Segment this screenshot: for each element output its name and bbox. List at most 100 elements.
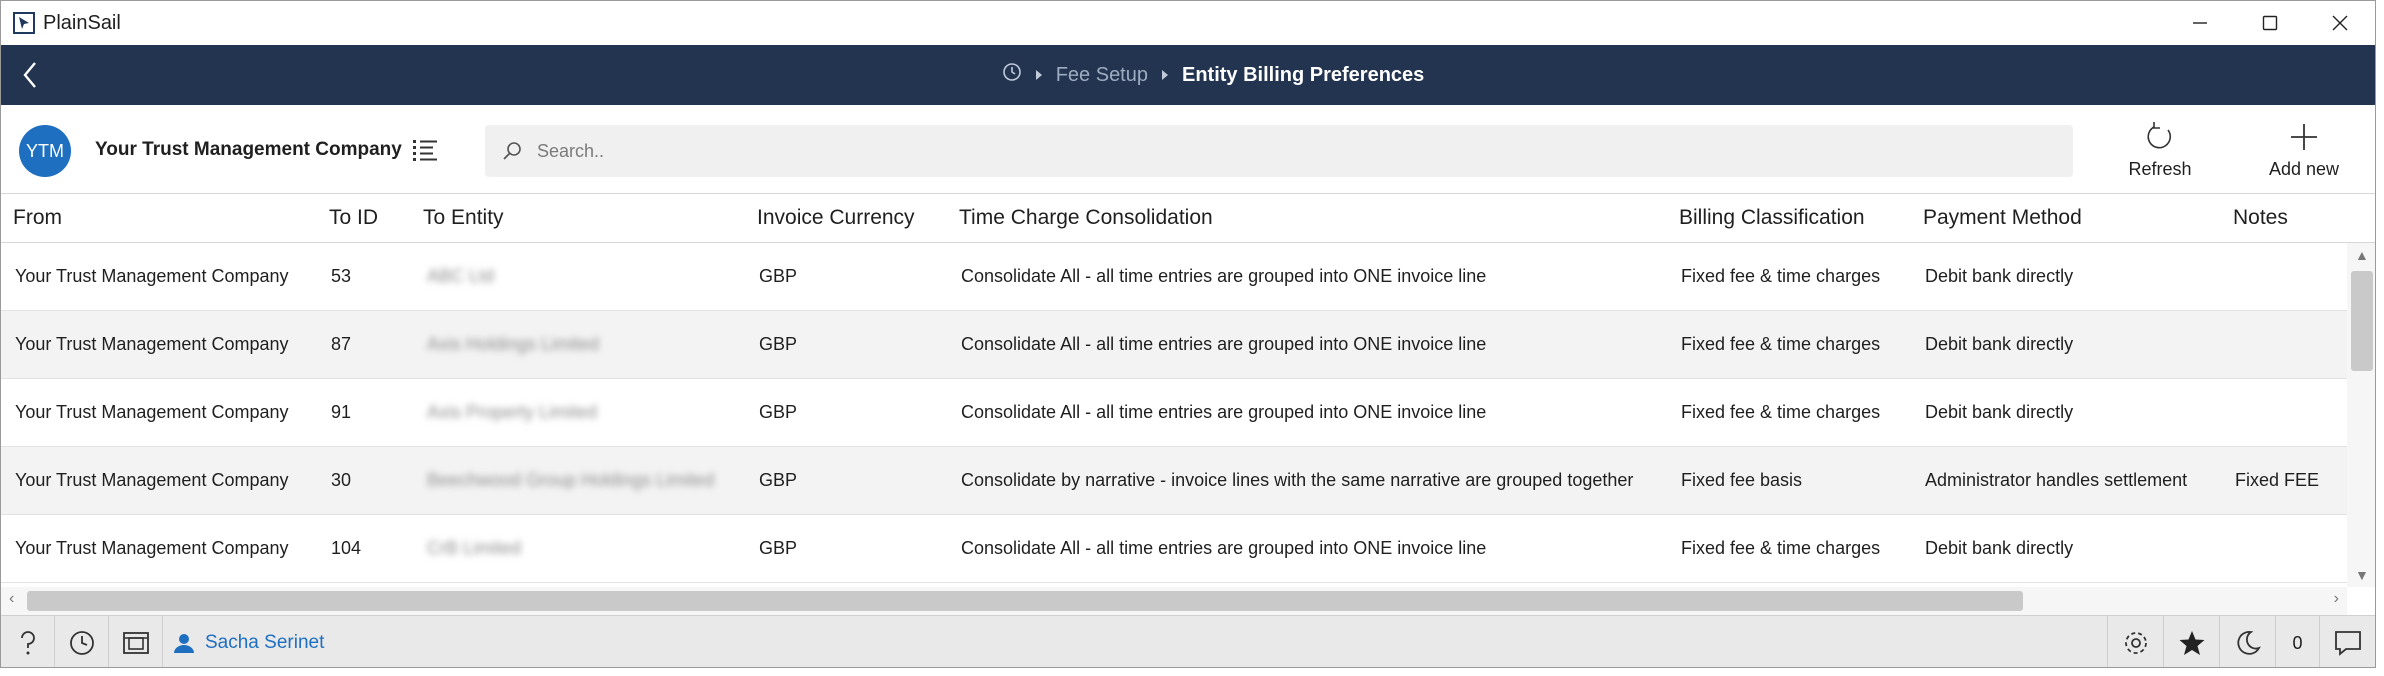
table-row[interactable]: Your Trust Management Company 53 ABC Ltd… (1, 243, 2347, 311)
gear-icon (2124, 632, 2147, 654)
cell-consolidation: Consolidate All - all time entries are g… (961, 334, 1487, 354)
horizontal-scroll-thumb[interactable] (27, 591, 2023, 611)
cell-currency: GBP (759, 266, 798, 286)
cell-payment-method: Administrator handles settlement (1925, 470, 2188, 490)
cell-notes: Fixed FEE (2235, 470, 2320, 490)
settings-button[interactable] (2107, 616, 2163, 667)
cell-from: Your Trust Management Company (15, 470, 289, 490)
breadcrumb: Fee Setup Entity Billing Preferences (1, 45, 2375, 105)
cell-to-id: 87 (331, 334, 352, 354)
column-header-payment-method[interactable]: Payment Method (1923, 206, 2082, 230)
search-input[interactable] (535, 139, 2039, 163)
cell-classification: Fixed fee & time charges (1681, 538, 1881, 558)
cell-from: Your Trust Management Company (15, 334, 289, 354)
maximize-button[interactable] (2235, 1, 2305, 45)
app-logo-icon (13, 12, 35, 34)
maximize-icon (2262, 15, 2278, 31)
filing-cabinet-icon (122, 632, 149, 654)
table-row[interactable]: Your Trust Management Company 104 CrB Li… (1, 515, 2347, 583)
cell-from: Your Trust Management Company (15, 402, 289, 422)
avatar[interactable]: YTM (19, 125, 71, 177)
cell-classification: Fixed fee basis (1681, 470, 1803, 490)
status-bar: Sacha Serinet 0 (1, 615, 2375, 667)
cell-to-entity: CrB Limited (427, 538, 522, 558)
scroll-down-icon[interactable]: ▼ (2355, 567, 2369, 583)
list-view-icon[interactable] (411, 135, 441, 165)
clock-icon (69, 631, 94, 655)
breadcrumb-fee-setup[interactable]: Fee Setup (1056, 64, 1148, 87)
scroll-left-icon[interactable]: ‹ (9, 590, 14, 608)
search-box (485, 125, 2073, 177)
cell-to-entity: Axis Property Limited (427, 402, 598, 422)
search-icon (503, 142, 521, 160)
theme-toggle-button[interactable] (2219, 616, 2275, 667)
cell-classification: Fixed fee & time charges (1681, 266, 1881, 286)
cell-consolidation: Consolidate by narrative - invoice lines… (961, 470, 1634, 490)
history-button[interactable] (55, 616, 109, 667)
vertical-scrollbar[interactable]: ▲ ▼ (2347, 243, 2375, 587)
scroll-right-icon[interactable]: › (2334, 590, 2339, 608)
toolbar: YTM Your Trust Management Company Refres… (1, 105, 2375, 193)
vertical-scroll-thumb[interactable] (2351, 271, 2373, 371)
scroll-up-icon[interactable]: ▲ (2355, 247, 2369, 263)
cell-from: Your Trust Management Company (15, 538, 289, 558)
cell-consolidation: Consolidate All - all time entries are g… (961, 402, 1487, 422)
cell-currency: GBP (759, 402, 798, 422)
cell-to-entity: ABC Ltd (427, 266, 495, 286)
cell-classification: Fixed fee & time charges (1681, 334, 1881, 354)
cell-to-id: 104 (331, 538, 362, 558)
add-new-label: Add new (2268, 159, 2340, 179)
column-header-time-charge-consolidation[interactable]: Time Charge Consolidation (959, 206, 1213, 230)
cell-to-id: 30 (331, 470, 352, 490)
current-user[interactable]: Sacha Serinet (173, 616, 324, 667)
refresh-icon (2147, 122, 2172, 149)
cell-consolidation: Consolidate All - all time entries are g… (961, 266, 1487, 286)
cell-to-id: 53 (331, 266, 352, 286)
favorites-button[interactable] (2163, 616, 2219, 667)
refresh-label: Refresh (2128, 159, 2192, 179)
column-header-invoice-currency[interactable]: Invoice Currency (757, 206, 915, 230)
help-icon (20, 631, 35, 655)
column-header-billing-classification[interactable]: Billing Classification (1679, 206, 1865, 230)
page-title: Entity Billing Preferences (1182, 63, 1425, 86)
nav-bar: Fee Setup Entity Billing Preferences (1, 45, 2375, 105)
column-header-notes[interactable]: Notes (2233, 206, 2288, 230)
notification-count: 0 (2275, 616, 2319, 667)
close-icon (2332, 15, 2348, 31)
messages-button[interactable] (2319, 616, 2375, 667)
close-button[interactable] (2305, 1, 2375, 45)
cell-payment-method: Debit bank directly (1925, 334, 2074, 354)
company-name: Your Trust Management Company (95, 139, 402, 160)
breadcrumb-separator-icon (1035, 70, 1042, 80)
cell-to-entity: Beechwood Group Holdings Limited (427, 470, 715, 490)
title-bar: PlainSail (1, 1, 2375, 45)
cabinet-button[interactable] (109, 616, 163, 667)
horizontal-scrollbar[interactable]: ‹ › (1, 587, 2347, 615)
plus-icon (2291, 124, 2317, 150)
star-icon (2179, 631, 2204, 655)
history-icon[interactable] (1002, 62, 1022, 88)
window-title: PlainSail (43, 11, 121, 34)
table-row[interactable]: Your Trust Management Company 30 Beechwo… (1, 447, 2347, 515)
cell-from: Your Trust Management Company (15, 266, 289, 286)
window-controls (2165, 1, 2375, 45)
cell-currency: GBP (759, 470, 798, 490)
column-header-to-entity[interactable]: To Entity (423, 206, 504, 230)
minimize-button[interactable] (2165, 1, 2235, 45)
refresh-button[interactable]: Refresh (2105, 115, 2215, 185)
cell-to-entity: Axis Holdings Limited (427, 334, 600, 354)
cell-to-id: 91 (331, 402, 352, 422)
chat-icon (2334, 631, 2361, 656)
cell-currency: GBP (759, 334, 798, 354)
minimize-icon (2193, 22, 2207, 24)
table-row[interactable]: Your Trust Management Company 87 Axis Ho… (1, 311, 2347, 379)
cell-currency: GBP (759, 538, 798, 558)
moon-icon (2236, 631, 2261, 655)
table-row[interactable]: Your Trust Management Company 91 Axis Pr… (1, 379, 2347, 447)
app-window: PlainSail Fee Setup Entity Billing Prefe (0, 0, 2376, 668)
breadcrumb-separator-icon (1162, 70, 1168, 80)
column-header-from[interactable]: From (13, 206, 62, 230)
help-button[interactable] (1, 616, 55, 667)
add-new-button[interactable]: Add new (2249, 115, 2359, 185)
column-header-to-id[interactable]: To ID (329, 206, 378, 230)
